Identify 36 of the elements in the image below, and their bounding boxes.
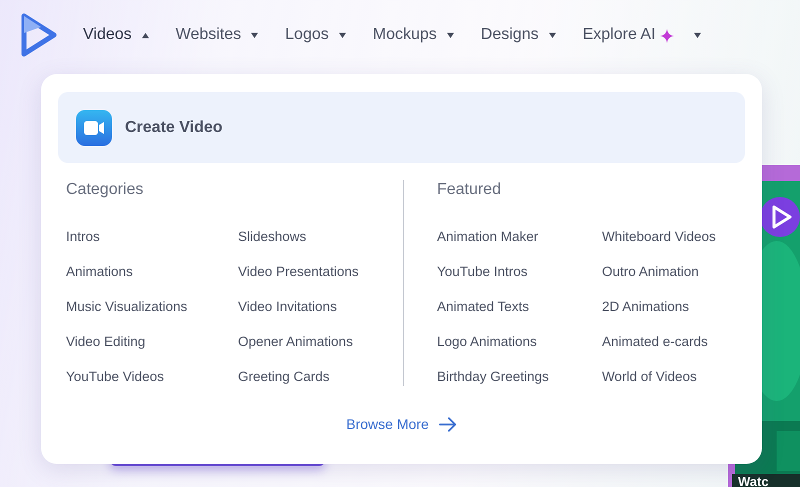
menu-link[interactable]: Opener Animations: [238, 332, 403, 351]
video-camera-icon: [76, 110, 112, 146]
play-logo-icon[interactable]: [21, 13, 57, 57]
caret-icon: [338, 32, 347, 38]
menu-link[interactable]: Video Presentations: [238, 262, 403, 281]
menu-link[interactable]: Music Visualizations: [66, 297, 238, 316]
caret-icon: [548, 32, 557, 38]
menu-link[interactable]: Intros: [66, 227, 238, 246]
create-video-item[interactable]: Create Video: [58, 92, 745, 163]
nav-menu-item[interactable]: Explore AI: [582, 26, 702, 44]
nav-menu-item[interactable]: Websites: [176, 26, 260, 44]
menu-link[interactable]: Animations: [66, 262, 238, 281]
menu-link[interactable]: Video Invitations: [238, 297, 403, 316]
browse-more-link[interactable]: Browse More: [346, 416, 457, 432]
caret-icon: [140, 32, 150, 38]
menu-link[interactable]: Animation Maker: [436, 227, 602, 246]
menu-link[interactable]: Video Editing: [66, 332, 238, 351]
caret-icon: [446, 32, 455, 38]
menu-link[interactable]: Birthday Greetings: [436, 367, 602, 386]
arrow-right-icon: [438, 416, 457, 432]
nav-menu-item[interactable]: Mockups: [372, 26, 455, 44]
menu-link[interactable]: YouTube Intros: [436, 262, 602, 281]
nav-menu-item[interactable]: Designs: [480, 26, 557, 44]
section-heading: Categories: [66, 180, 144, 200]
play-icon[interactable]: [760, 197, 800, 237]
menu-link[interactable]: Greeting Cards: [238, 367, 403, 386]
menu-link[interactable]: Animated Texts: [436, 297, 602, 316]
card-caption: Watc: [732, 474, 800, 487]
section-heading: Featured: [436, 180, 502, 200]
menu-link[interactable]: YouTube Videos: [66, 367, 238, 386]
menu-link[interactable]: Slideshows: [238, 227, 403, 246]
nav-menu-item[interactable]: Logos: [285, 26, 347, 44]
caret-icon: [692, 32, 702, 38]
nav-menu-item[interactable]: Videos: [83, 26, 150, 44]
menu-link[interactable]: Logo Animations: [436, 332, 602, 351]
caret-icon: [250, 32, 260, 38]
